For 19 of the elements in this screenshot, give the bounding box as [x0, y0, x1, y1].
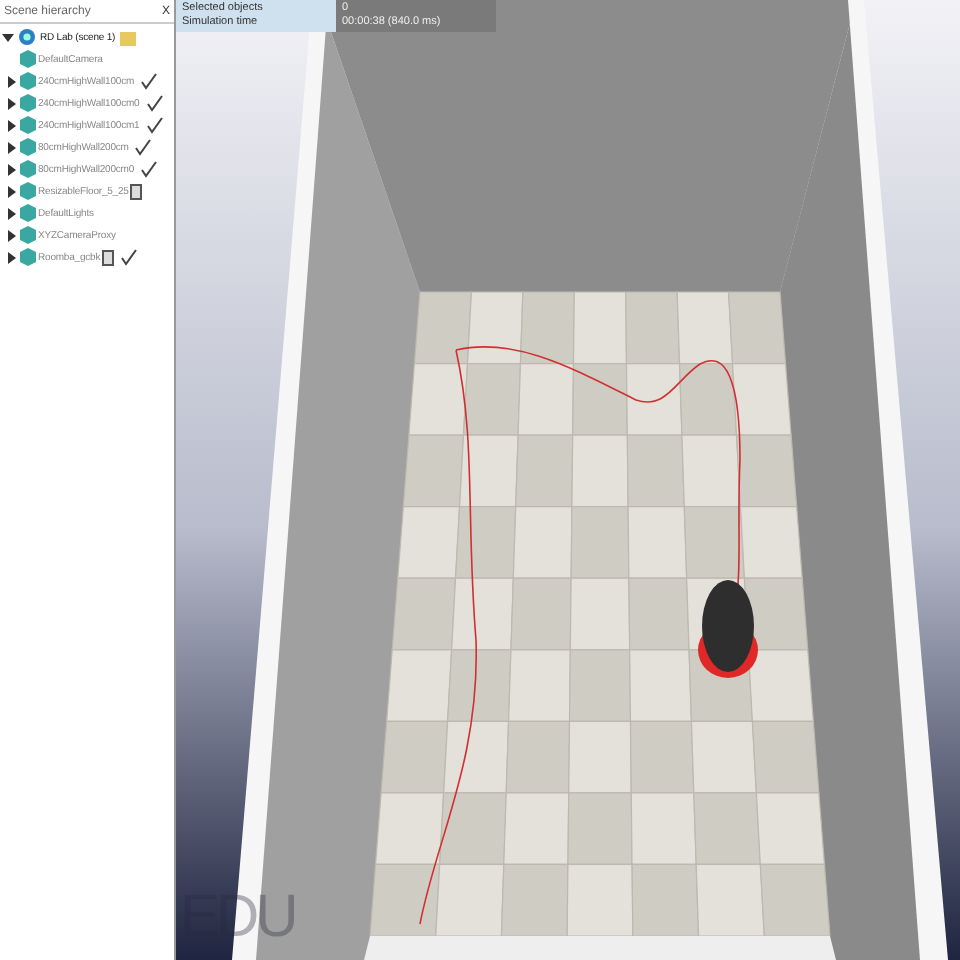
scene-icon	[18, 28, 36, 46]
expand-toggle[interactable]	[6, 163, 18, 175]
expand-toggle[interactable]	[6, 251, 18, 263]
script-icon[interactable]	[140, 160, 159, 178]
script-icon[interactable]	[140, 72, 159, 90]
expand-toggle[interactable]	[6, 141, 18, 153]
expand-toggle[interactable]	[6, 119, 18, 131]
folder-icon	[119, 29, 136, 45]
script-icon[interactable]	[145, 94, 164, 112]
script-icon[interactable]	[120, 248, 139, 266]
expand-toggle[interactable]	[2, 31, 14, 43]
expand-toggle[interactable]	[6, 75, 18, 87]
expand-toggle[interactable]	[6, 207, 18, 219]
expand-toggle[interactable]	[6, 229, 18, 241]
expand-toggle[interactable]	[6, 185, 18, 197]
script-icon[interactable]	[145, 116, 164, 134]
expand-toggle[interactable]	[6, 97, 18, 109]
script-icon[interactable]	[134, 138, 153, 156]
robot-drawing	[698, 580, 758, 678]
